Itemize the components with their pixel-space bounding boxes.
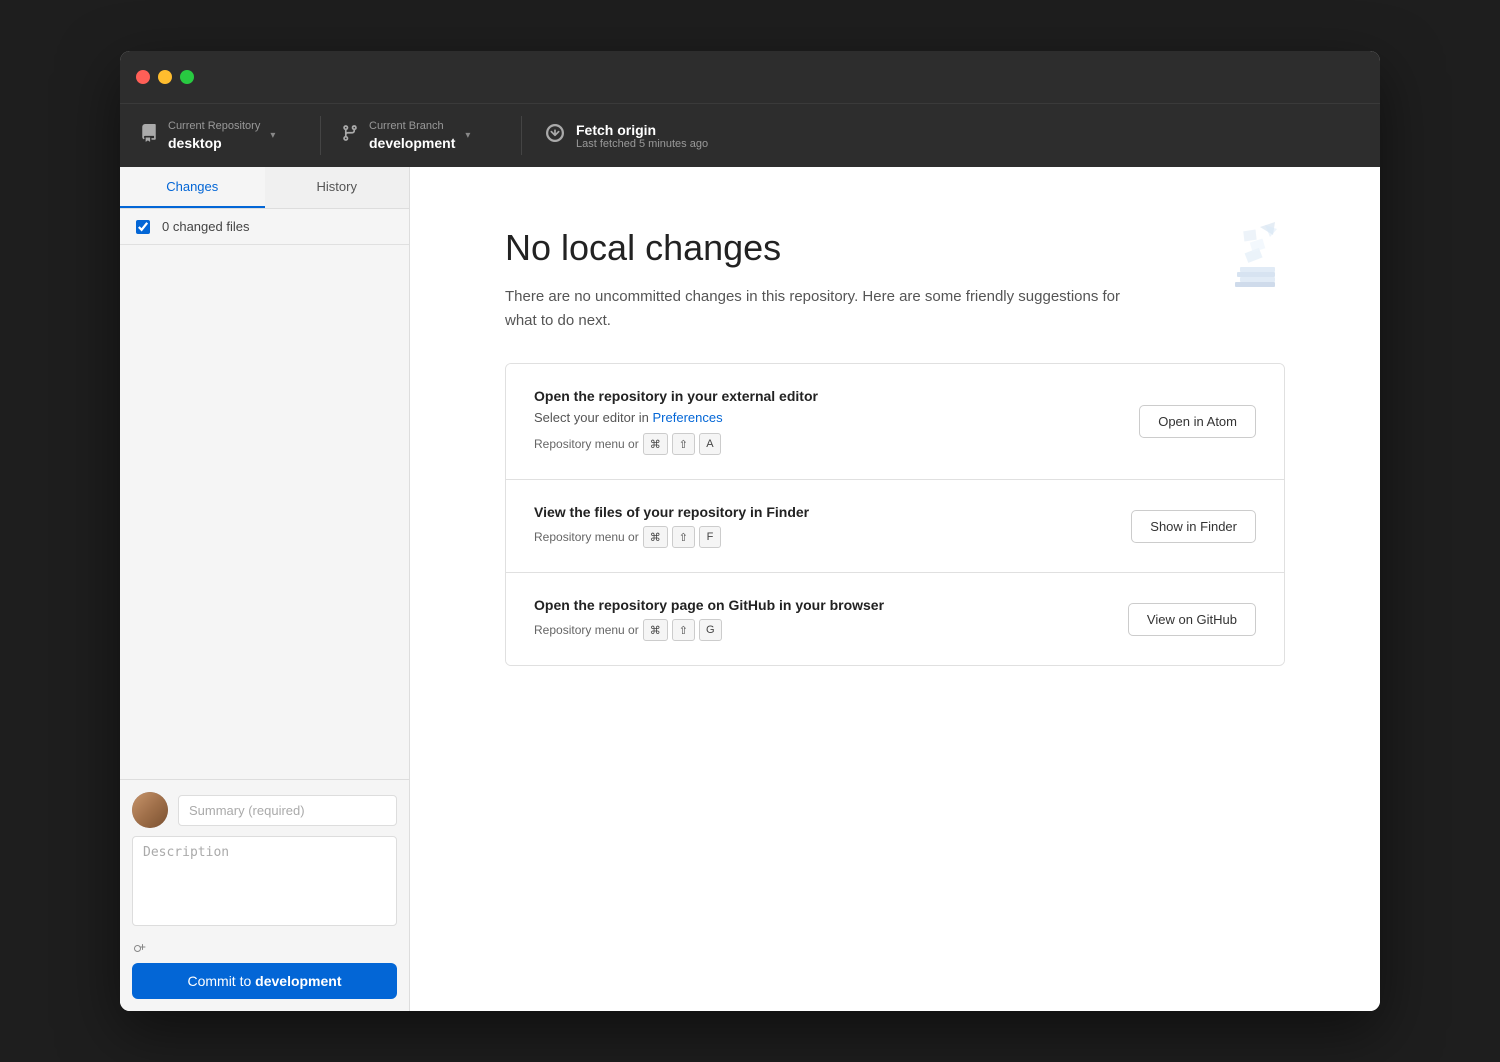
- card-finder-title: View the files of your repository in Fin…: [534, 504, 1107, 520]
- fetch-origin-button[interactable]: Fetch origin Last fetched 5 minutes ago: [522, 104, 1380, 167]
- shortcut-key-f: F: [699, 526, 721, 548]
- shortcut-prefix-finder: Repository menu or: [534, 530, 639, 544]
- no-changes-text: No local changes There are no uncommitte…: [505, 227, 1125, 333]
- card-editor-title: Open the repository in your external edi…: [534, 388, 1115, 404]
- branch-selector[interactable]: Current Branch development ▾: [321, 104, 521, 167]
- card-github-title: Open the repository page on GitHub in yo…: [534, 597, 1104, 613]
- main-content: Changes History 0 changed files: [120, 167, 1380, 1011]
- changed-files-checkbox[interactable]: [136, 220, 150, 234]
- card-finder-shortcuts: Repository menu or ⌘ ⇧ F: [534, 526, 1107, 548]
- commit-footer: [132, 939, 397, 955]
- branch-icon: [341, 124, 359, 147]
- illustration: [1185, 217, 1285, 307]
- shortcut-prefix: Repository menu or: [534, 437, 639, 451]
- app-window: Current Repository desktop ▾ Current Bra…: [120, 51, 1380, 1011]
- changed-files-count: 0 changed files: [162, 219, 249, 234]
- card-editor-info: Open the repository in your external edi…: [534, 388, 1115, 455]
- shortcut-key-shift-f: ⇧: [672, 526, 695, 548]
- maximize-button[interactable]: [180, 70, 194, 84]
- action-card-github: Open the repository page on GitHub in yo…: [506, 573, 1284, 665]
- card-editor-shortcuts: Repository menu or ⌘ ⇧ A: [534, 433, 1115, 455]
- shortcut-key-g: G: [699, 619, 722, 641]
- description-textarea[interactable]: [132, 836, 397, 926]
- shortcut-key-shift: ⇧: [672, 433, 695, 455]
- show-in-finder-button[interactable]: Show in Finder: [1131, 510, 1256, 543]
- card-github-info: Open the repository page on GitHub in yo…: [534, 597, 1104, 641]
- shortcut-key-a: A: [699, 433, 721, 455]
- avatar: [132, 792, 168, 828]
- repository-selector[interactable]: Current Repository desktop ▾: [120, 104, 320, 167]
- toolbar: Current Repository desktop ▾ Current Bra…: [120, 103, 1380, 167]
- title-bar: [120, 51, 1380, 103]
- minimize-button[interactable]: [158, 70, 172, 84]
- file-list: [120, 245, 409, 779]
- view-on-github-button[interactable]: View on GitHub: [1128, 603, 1256, 636]
- shortcut-key-cmd-g: ⌘: [643, 619, 668, 641]
- action-card-finder: View the files of your repository in Fin…: [506, 480, 1284, 573]
- tab-history[interactable]: History: [265, 167, 410, 208]
- no-changes-desc: There are no uncommitted changes in this…: [505, 285, 1125, 333]
- shortcut-key-shift-g: ⇧: [672, 619, 695, 641]
- shortcut-key-cmd-f: ⌘: [643, 526, 668, 548]
- repository-icon: [140, 124, 158, 147]
- sidebar: Changes History 0 changed files: [120, 167, 410, 1011]
- fetch-icon: [546, 124, 564, 147]
- close-button[interactable]: [136, 70, 150, 84]
- open-in-atom-button[interactable]: Open in Atom: [1139, 405, 1256, 438]
- preferences-link[interactable]: Preferences: [653, 410, 723, 425]
- action-card-editor: Open the repository in your external edi…: [506, 364, 1284, 480]
- repository-chevron-icon: ▾: [270, 130, 275, 141]
- changed-files-row: 0 changed files: [120, 209, 409, 245]
- add-coauthor-button[interactable]: [132, 939, 148, 955]
- summary-input[interactable]: [178, 795, 397, 826]
- shortcut-prefix-github: Repository menu or: [534, 623, 639, 637]
- shortcut-key-cmd: ⌘: [643, 433, 668, 455]
- fetch-label: Fetch origin Last fetched 5 minutes ago: [576, 122, 708, 150]
- branch-label: Current Branch development: [369, 119, 455, 151]
- right-panel: No local changes There are no uncommitte…: [410, 167, 1380, 1011]
- commit-area: Commit to development: [120, 779, 409, 1011]
- commit-button[interactable]: Commit to development: [132, 963, 397, 999]
- tab-changes[interactable]: Changes: [120, 167, 265, 208]
- action-cards: Open the repository in your external edi…: [505, 363, 1285, 666]
- avatar-image: [132, 792, 168, 828]
- sidebar-tabs: Changes History: [120, 167, 409, 209]
- branch-chevron-icon: ▾: [465, 130, 470, 141]
- traffic-lights: [136, 70, 194, 84]
- repository-label: Current Repository desktop: [168, 119, 260, 151]
- card-editor-desc: Select your editor in Preferences: [534, 410, 1115, 425]
- no-changes-title: No local changes: [505, 227, 1125, 269]
- commit-top: [132, 792, 397, 828]
- no-changes-content: No local changes There are no uncommitte…: [505, 227, 1285, 666]
- no-changes-header: No local changes There are no uncommitte…: [505, 227, 1285, 333]
- card-github-shortcuts: Repository menu or ⌘ ⇧ G: [534, 619, 1104, 641]
- card-finder-info: View the files of your repository in Fin…: [534, 504, 1107, 548]
